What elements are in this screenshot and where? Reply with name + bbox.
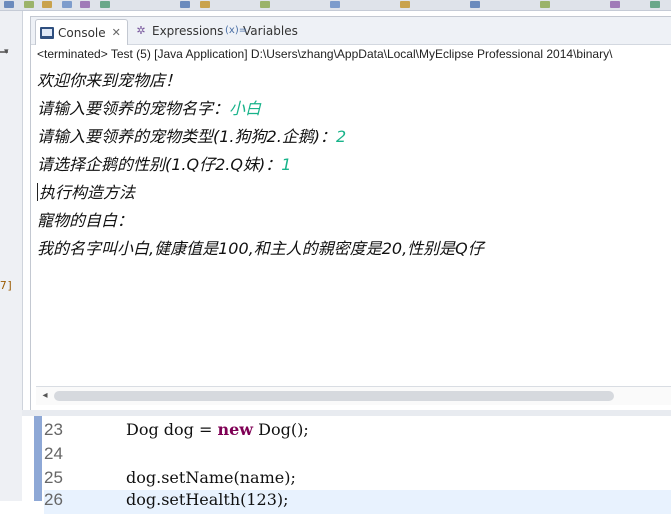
- console-line-text: 寵物的自白：: [37, 211, 134, 230]
- tab-expressions-label: Expressions: [152, 24, 224, 38]
- console-line-text: 请输入要领养的宠物名字：: [37, 99, 230, 118]
- scroll-left-icon[interactable]: ◂: [38, 389, 52, 403]
- code-line: 24: [44, 444, 671, 468]
- console-line: 寵物的自白：: [37, 207, 484, 235]
- toolbar-icon[interactable]: [42, 1, 52, 8]
- console-line: 请输入要领养的宠物名字：小白: [37, 95, 484, 123]
- console-tab-bar: Console ✕ ✲ Expressions (x)= Variables: [31, 17, 671, 45]
- code-line: 25 dog.setName(name);: [44, 468, 671, 492]
- editor-change-gutter: [34, 416, 42, 501]
- expressions-icon: ✲: [136, 24, 146, 37]
- toolbar-icon[interactable]: [24, 1, 34, 8]
- code-text: Dog dog = new Dog();: [126, 420, 309, 439]
- code-line: 23 Dog dog = new Dog();: [44, 420, 671, 444]
- toolbar-icon[interactable]: [180, 1, 190, 8]
- console-line-text: 我的名字叫小白,健康值是100,和主人的親密度是20,性别是Q仔: [37, 239, 484, 258]
- toolbar-icon[interactable]: [200, 1, 210, 8]
- toolbar-icon[interactable]: [540, 1, 550, 8]
- code-text: dog.setHealth(123);: [126, 490, 289, 509]
- variables-icon: (x)=: [225, 25, 248, 36]
- console-line: 欢迎你来到宠物店！: [37, 67, 484, 95]
- keyword: new: [217, 420, 254, 439]
- tab-expressions[interactable]: ✲ Expressions: [134, 19, 223, 43]
- toolbar-icon[interactable]: [330, 1, 340, 8]
- toolbar-icon[interactable]: [400, 1, 410, 8]
- console-line: 我的名字叫小白,健康值是100,和主人的親密度是20,性别是Q仔: [37, 235, 484, 263]
- console-view: Console ✕ ✲ Expressions (x)= Variables <…: [30, 16, 671, 411]
- console-user-input: 1: [281, 155, 292, 174]
- tab-console-label: Console: [58, 25, 106, 40]
- line-number: 23: [44, 420, 63, 439]
- code-line-current: 26 dog.setHealth(123);: [44, 490, 671, 514]
- console-line-text: 请选择企鹅的性别(1.Q仔2.Q妹)：: [37, 155, 282, 174]
- line-number: 25: [44, 468, 63, 487]
- toolbar-icon[interactable]: [80, 1, 90, 8]
- chevron-down-icon[interactable]: ▾: [4, 47, 9, 57]
- text-cursor: [37, 183, 38, 201]
- tab-console[interactable]: Console ✕: [35, 19, 128, 45]
- scrollbar-thumb[interactable]: [54, 391, 614, 401]
- code-text: dog.setName(name);: [126, 468, 296, 487]
- console-user-input: 小白: [229, 99, 262, 118]
- console-output[interactable]: 欢迎你来到宠物店！ 请输入要领养的宠物名字：小白 请输入要领养的宠物类型(1.狗…: [37, 67, 484, 263]
- toolbar-icon[interactable]: [62, 1, 72, 8]
- console-icon: [40, 26, 54, 39]
- close-icon[interactable]: ✕: [112, 26, 121, 39]
- console-status-line: <terminated> Test (5) [Java Application]…: [37, 47, 613, 61]
- tab-variables-label: Variables: [243, 24, 298, 38]
- toolbar-icon[interactable]: [470, 1, 480, 8]
- left-view-edge: ▾ 7]: [0, 11, 23, 501]
- top-toolbar-strip: [0, 0, 671, 11]
- tab-variables[interactable]: (x)= Variables: [225, 19, 298, 43]
- console-line: 执行构造方法: [37, 179, 484, 207]
- toolbar-icon[interactable]: [260, 1, 270, 8]
- console-user-input: 2: [336, 127, 347, 146]
- toolbar-icon[interactable]: [650, 1, 660, 8]
- console-line: 请输入要领养的宠物类型(1.狗狗2.企鹅)：2: [37, 123, 484, 151]
- console-line-text: 执行构造方法: [39, 183, 136, 202]
- horizontal-scrollbar[interactable]: ◂: [36, 386, 671, 405]
- toolbar-icon[interactable]: [4, 1, 14, 8]
- console-line-text: 欢迎你来到宠物店！: [37, 71, 182, 90]
- line-number: 24: [44, 444, 63, 463]
- toolbar-icon[interactable]: [100, 1, 110, 8]
- console-line-text: 请输入要领养的宠物类型(1.狗狗2.企鹅)：: [37, 127, 337, 146]
- code-editor[interactable]: 23 Dog dog = new Dog(); 24 25 dog.setNam…: [22, 416, 671, 514]
- toolbar-icon[interactable]: [610, 1, 620, 8]
- left-marker: 7]: [0, 279, 14, 292]
- console-line: 请选择企鹅的性别(1.Q仔2.Q妹)：1: [37, 151, 484, 179]
- line-number: 26: [44, 490, 63, 509]
